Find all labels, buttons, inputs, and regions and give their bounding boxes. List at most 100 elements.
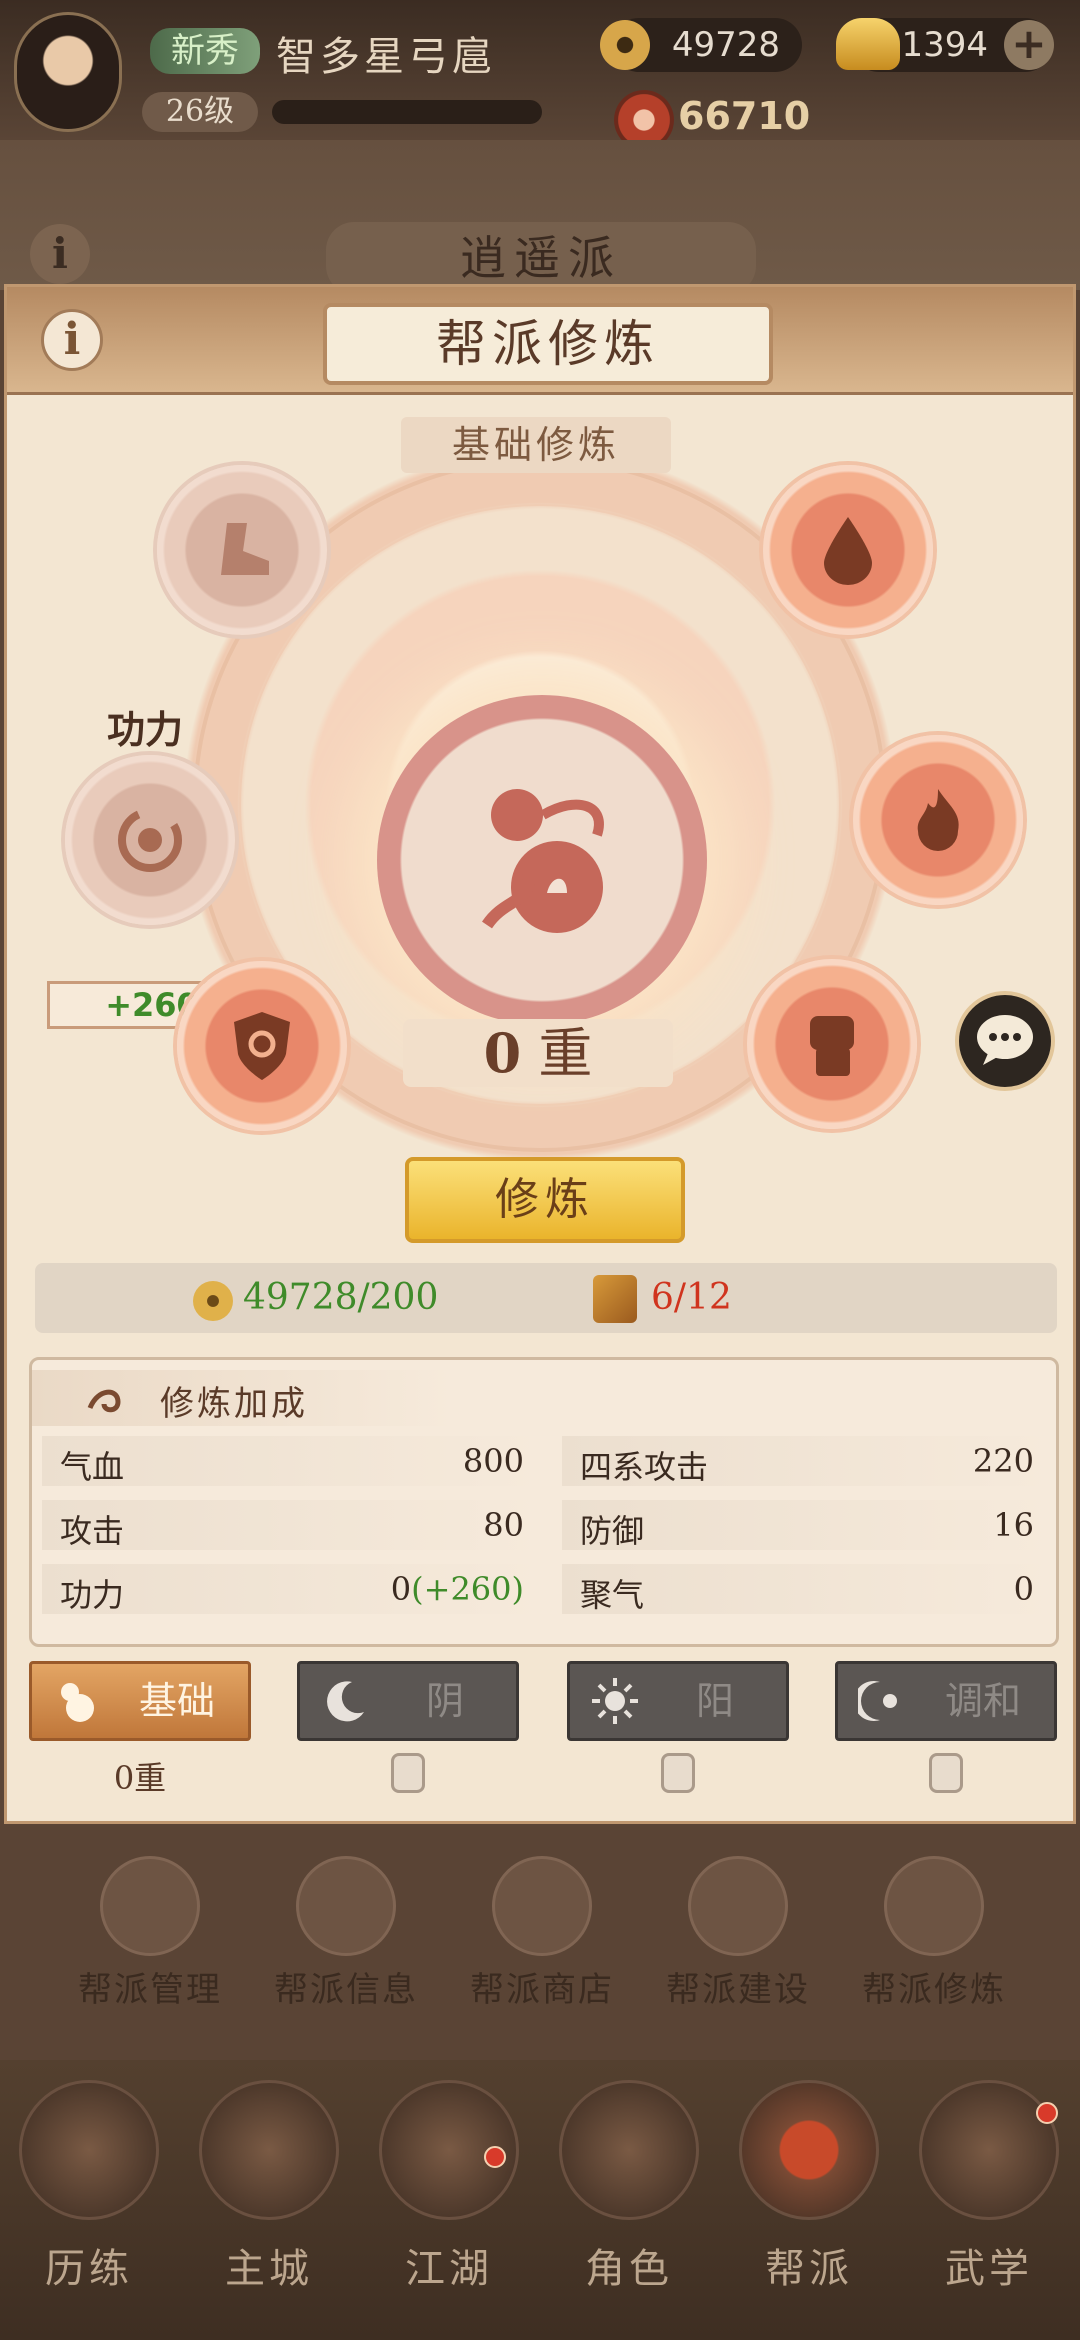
scrolls-icon [919, 2080, 1059, 2220]
stat-label: 聚气 [580, 1576, 645, 1614]
nav-label: 主城 [225, 2246, 313, 2292]
coin-icon [193, 1281, 233, 1321]
stats-box: 修炼加成 气血 800 四系攻击 220 攻击 80 防御 16 功力 0(+260) 聚… [29, 1357, 1059, 1647]
coin-cost: 49728/200 [243, 1277, 439, 1318]
exp-bar [272, 100, 542, 124]
stat-value: 0 [390, 1570, 412, 1608]
gourd-icon [467, 775, 617, 945]
stat-value-group: 0(+260) [391, 1570, 524, 1608]
train-button[interactable]: 修炼 [405, 1157, 685, 1243]
tab-label: 阳 [695, 1679, 734, 1723]
nav-jianghu[interactable]: 江湖 [364, 2060, 534, 2310]
tab-yang[interactable]: 阳 [567, 1661, 789, 1741]
tab-basic[interactable]: 基础 [29, 1661, 251, 1741]
notification-dot [1036, 2102, 1058, 2124]
stat-label: 攻击 [60, 1512, 125, 1550]
stat-row: 防御 16 [562, 1500, 1052, 1550]
guild-cultivate-button[interactable]: 帮派修炼 [854, 1856, 1014, 2016]
node-water[interactable] [763, 465, 933, 635]
cultivation-level: 0 重 [403, 1019, 673, 1087]
shop-icon [492, 1856, 592, 1956]
ingot-icon [836, 18, 900, 70]
boot-icon [202, 510, 282, 590]
tab-yin[interactable]: 阴 [297, 1661, 519, 1741]
water-drop-icon [808, 510, 888, 590]
node-defense[interactable] [177, 961, 347, 1131]
guild-info-icon[interactable]: i [30, 224, 90, 284]
nav-label: 江湖 [405, 2246, 493, 2292]
guild-menu: 帮派管理 帮派信息 帮派商店 帮派建设 帮派修炼 [0, 1826, 1080, 2036]
nav-guild[interactable]: 帮派 [724, 2060, 894, 2310]
guild-menu-label: 帮派修炼 [862, 1970, 1006, 2010]
spiral-icon [110, 800, 190, 880]
hammer-icon [688, 1856, 788, 1956]
lock-icon [929, 1753, 963, 1793]
tab-label: 阴 [425, 1679, 464, 1723]
nav-martial-arts[interactable]: 武学 [904, 2060, 1074, 2310]
tab-label: 调和 [944, 1679, 1021, 1723]
nav-city[interactable]: 主城 [184, 2060, 354, 2310]
stat-row: 气血 800 [42, 1436, 542, 1486]
guild-menu-label: 帮派商店 [470, 1970, 614, 2010]
guild-build-button[interactable]: 帮派建设 [658, 1856, 818, 2016]
tab-basic-status: 0重 [113, 1759, 167, 1797]
cost-row [35, 1263, 1057, 1333]
stat-value: 0 [1013, 1570, 1034, 1608]
character-icon [559, 2080, 699, 2220]
chat-bubble-icon[interactable] [955, 991, 1055, 1091]
gong-label: 功力 [107, 707, 184, 752]
stat-label: 气血 [60, 1448, 125, 1486]
notification-dot [484, 2146, 506, 2168]
guild-manage-button[interactable]: 帮派管理 [70, 1856, 230, 2016]
panel-header: i 帮派修炼 [7, 287, 1073, 395]
nav-label: 角色 [585, 2246, 673, 2292]
stat-value: 80 [483, 1506, 524, 1544]
nav-training[interactable]: 历练 [4, 2060, 174, 2310]
guild-shop-button[interactable]: 帮派商店 [462, 1856, 622, 2016]
palace-icon [199, 2080, 339, 2220]
shield-icon [222, 1006, 302, 1086]
basic-cultivation-label: 基础修炼 [401, 417, 671, 473]
nav-label: 帮派 [765, 2246, 853, 2292]
node-speed[interactable] [157, 465, 327, 635]
tab-label: 基础 [138, 1679, 215, 1723]
gourd-icon [52, 1676, 102, 1726]
cultivation-ring: 基础修炼 功力 +260 0 重 [7, 395, 1073, 1215]
tab-harmony-lock [835, 1753, 1057, 1799]
fist-icon [792, 1004, 872, 1084]
stat-label: 四系攻击 [580, 1448, 709, 1486]
coin-icon [600, 20, 650, 70]
stat-value: 16 [993, 1506, 1034, 1544]
guild-emblem-icon [739, 2080, 879, 2220]
moon-icon [320, 1676, 370, 1726]
avatar[interactable] [14, 12, 122, 132]
stat-row: 聚气 0 [562, 1564, 1052, 1614]
nav-character[interactable]: 角色 [544, 2060, 714, 2310]
combat-power-value: 66710 [678, 94, 811, 138]
rank-badge: 新秀 [150, 28, 260, 74]
coin-value: 49728 [671, 25, 780, 65]
stat-label: 防御 [580, 1512, 645, 1550]
node-gong[interactable] [65, 755, 235, 925]
gear-icon [100, 1856, 200, 1956]
panel-info-icon[interactable]: i [41, 309, 103, 371]
add-currency-plus-icon[interactable]: + [1004, 20, 1054, 70]
guild-info-button[interactable]: 帮派信息 [266, 1856, 426, 2016]
lock-icon [661, 1753, 695, 1793]
tab-harmony[interactable]: 调和 [835, 1661, 1057, 1741]
stat-row: 功力 0(+260) [42, 1564, 542, 1614]
level-number: 0 [483, 1021, 522, 1085]
sun-icon [590, 1676, 640, 1726]
stats-title: 修炼加成 [160, 1384, 308, 1424]
nav-label: 历练 [45, 2246, 133, 2292]
guild-menu-label: 帮派管理 [78, 1970, 222, 2010]
stat-bonus: (+260) [411, 1570, 524, 1608]
tab-yin-lock [297, 1753, 519, 1799]
node-fire[interactable] [853, 735, 1023, 905]
level-badge: 26级 [142, 92, 258, 132]
node-attack[interactable] [747, 959, 917, 1129]
stat-row: 四系攻击 220 [562, 1436, 1052, 1486]
bottom-nav: 历练 主城 江湖 角色 帮派 武学 [0, 2060, 1080, 2340]
tab-yang-lock [567, 1753, 789, 1799]
gourd-icon [884, 1856, 984, 1956]
